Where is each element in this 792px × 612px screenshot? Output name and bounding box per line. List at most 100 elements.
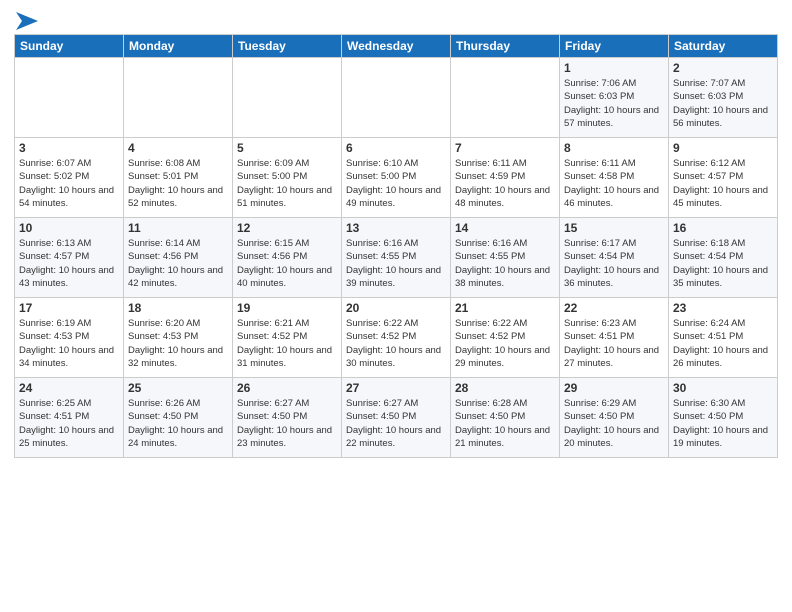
day-number: 12 [237, 221, 337, 235]
day-number: 17 [19, 301, 119, 315]
day-number: 19 [237, 301, 337, 315]
calendar-cell: 20 Sunrise: 6:22 AM Sunset: 4:52 PM Dayli… [342, 298, 451, 378]
day-info: Sunrise: 6:26 AM Sunset: 4:50 PM Dayligh… [128, 397, 228, 450]
calendar-cell: 14 Sunrise: 6:16 AM Sunset: 4:55 PM Dayli… [451, 218, 560, 298]
calendar-cell: 23Sunrise: 6:24 AM Sunset: 4:51 PM Dayli… [669, 298, 778, 378]
day-info: Sunrise: 6:28 AM Sunset: 4:50 PM Dayligh… [455, 397, 555, 450]
header [14, 10, 778, 28]
day-number: 9 [673, 141, 773, 155]
calendar-header-wednesday: Wednesday [342, 35, 451, 58]
calendar-cell: 25 Sunrise: 6:26 AM Sunset: 4:50 PM Dayli… [124, 378, 233, 458]
day-info: Sunrise: 6:27 AM Sunset: 4:50 PM Dayligh… [346, 397, 446, 450]
day-number: 25 [128, 381, 228, 395]
day-info: Sunrise: 6:07 AM Sunset: 5:02 PM Dayligh… [19, 157, 119, 210]
calendar-cell: 6Sunrise: 6:10 AM Sunset: 5:00 PM Daylig… [342, 138, 451, 218]
calendar-cell: 27 Sunrise: 6:27 AM Sunset: 4:50 PM Dayli… [342, 378, 451, 458]
day-info: Sunrise: 6:25 AM Sunset: 4:51 PM Dayligh… [19, 397, 119, 450]
day-number: 15 [564, 221, 664, 235]
calendar-cell: 29Sunrise: 6:29 AM Sunset: 4:50 PM Dayli… [560, 378, 669, 458]
day-info: Sunrise: 6:17 AM Sunset: 4:54 PM Dayligh… [564, 237, 664, 290]
calendar-cell: 22 Sunrise: 6:23 AM Sunset: 4:51 PM Dayli… [560, 298, 669, 378]
day-info: Sunrise: 6:08 AM Sunset: 5:01 PM Dayligh… [128, 157, 228, 210]
day-info: Sunrise: 6:15 AM Sunset: 4:56 PM Dayligh… [237, 237, 337, 290]
calendar-cell: 7 Sunrise: 6:11 AM Sunset: 4:59 PM Daylig… [451, 138, 560, 218]
day-info: Sunrise: 6:19 AM Sunset: 4:53 PM Dayligh… [19, 317, 119, 370]
calendar-cell: 9 Sunrise: 6:12 AM Sunset: 4:57 PM Daylig… [669, 138, 778, 218]
day-number: 28 [455, 381, 555, 395]
day-number: 3 [19, 141, 119, 155]
day-info: Sunrise: 6:16 AM Sunset: 4:55 PM Dayligh… [346, 237, 446, 290]
day-info: Sunrise: 7:06 AM Sunset: 6:03 PM Dayligh… [564, 77, 664, 130]
day-number: 14 [455, 221, 555, 235]
calendar-cell: 26 Sunrise: 6:27 AM Sunset: 4:50 PM Dayli… [233, 378, 342, 458]
day-number: 5 [237, 141, 337, 155]
calendar-cell: 15 Sunrise: 6:17 AM Sunset: 4:54 PM Dayli… [560, 218, 669, 298]
day-number: 13 [346, 221, 446, 235]
calendar-cell [15, 58, 124, 138]
calendar-cell: 30Sunrise: 6:30 AM Sunset: 4:50 PM Dayli… [669, 378, 778, 458]
calendar-cell: 3 Sunrise: 6:07 AM Sunset: 5:02 PM Daylig… [15, 138, 124, 218]
calendar-week-row: 3 Sunrise: 6:07 AM Sunset: 5:02 PM Daylig… [15, 138, 778, 218]
logo [14, 14, 38, 28]
calendar-cell: 28 Sunrise: 6:28 AM Sunset: 4:50 PM Dayli… [451, 378, 560, 458]
day-info: Sunrise: 6:10 AM Sunset: 5:00 PM Dayligh… [346, 157, 446, 210]
calendar-cell [342, 58, 451, 138]
calendar-cell [451, 58, 560, 138]
day-number: 22 [564, 301, 664, 315]
calendar-cell: 4 Sunrise: 6:08 AM Sunset: 5:01 PM Daylig… [124, 138, 233, 218]
calendar-cell: 24 Sunrise: 6:25 AM Sunset: 4:51 PM Dayli… [15, 378, 124, 458]
day-number: 2 [673, 61, 773, 75]
day-number: 26 [237, 381, 337, 395]
day-number: 8 [564, 141, 664, 155]
calendar-week-row: 24 Sunrise: 6:25 AM Sunset: 4:51 PM Dayli… [15, 378, 778, 458]
day-info: Sunrise: 6:09 AM Sunset: 5:00 PM Dayligh… [237, 157, 337, 210]
day-info: Sunrise: 6:22 AM Sunset: 4:52 PM Dayligh… [346, 317, 446, 370]
day-number: 11 [128, 221, 228, 235]
day-number: 27 [346, 381, 446, 395]
calendar-cell: 16 Sunrise: 6:18 AM Sunset: 4:54 PM Dayli… [669, 218, 778, 298]
day-info: Sunrise: 6:11 AM Sunset: 4:59 PM Dayligh… [455, 157, 555, 210]
calendar-cell: 19 Sunrise: 6:21 AM Sunset: 4:52 PM Dayli… [233, 298, 342, 378]
day-info: Sunrise: 6:16 AM Sunset: 4:55 PM Dayligh… [455, 237, 555, 290]
day-number: 16 [673, 221, 773, 235]
calendar-cell: 1 Sunrise: 7:06 AM Sunset: 6:03 PM Daylig… [560, 58, 669, 138]
day-info: Sunrise: 6:11 AM Sunset: 4:58 PM Dayligh… [564, 157, 664, 210]
day-info: Sunrise: 6:21 AM Sunset: 4:52 PM Dayligh… [237, 317, 337, 370]
calendar-cell: 12 Sunrise: 6:15 AM Sunset: 4:56 PM Dayli… [233, 218, 342, 298]
calendar-header-saturday: Saturday [669, 35, 778, 58]
calendar-cell: 13 Sunrise: 6:16 AM Sunset: 4:55 PM Dayli… [342, 218, 451, 298]
calendar-header-monday: Monday [124, 35, 233, 58]
day-info: Sunrise: 6:20 AM Sunset: 4:53 PM Dayligh… [128, 317, 228, 370]
calendar-week-row: 1 Sunrise: 7:06 AM Sunset: 6:03 PM Daylig… [15, 58, 778, 138]
calendar-header-row: SundayMondayTuesdayWednesdayThursdayFrid… [15, 35, 778, 58]
day-number: 7 [455, 141, 555, 155]
calendar-cell [233, 58, 342, 138]
day-info: Sunrise: 6:13 AM Sunset: 4:57 PM Dayligh… [19, 237, 119, 290]
logo-arrow-icon [16, 12, 38, 30]
page: SundayMondayTuesdayWednesdayThursdayFrid… [0, 0, 792, 466]
calendar-table: SundayMondayTuesdayWednesdayThursdayFrid… [14, 34, 778, 458]
calendar-cell: 11Sunrise: 6:14 AM Sunset: 4:56 PM Dayli… [124, 218, 233, 298]
calendar-cell: 18Sunrise: 6:20 AM Sunset: 4:53 PM Dayli… [124, 298, 233, 378]
day-number: 1 [564, 61, 664, 75]
calendar-cell: 21Sunrise: 6:22 AM Sunset: 4:52 PM Dayli… [451, 298, 560, 378]
day-info: Sunrise: 6:22 AM Sunset: 4:52 PM Dayligh… [455, 317, 555, 370]
day-number: 4 [128, 141, 228, 155]
calendar-cell: 8 Sunrise: 6:11 AM Sunset: 4:58 PM Daylig… [560, 138, 669, 218]
calendar-cell: 10 Sunrise: 6:13 AM Sunset: 4:57 PM Dayli… [15, 218, 124, 298]
calendar-header-friday: Friday [560, 35, 669, 58]
calendar-header-tuesday: Tuesday [233, 35, 342, 58]
calendar-cell: 2 Sunrise: 7:07 AM Sunset: 6:03 PM Daylig… [669, 58, 778, 138]
day-info: Sunrise: 7:07 AM Sunset: 6:03 PM Dayligh… [673, 77, 773, 130]
day-info: Sunrise: 6:18 AM Sunset: 4:54 PM Dayligh… [673, 237, 773, 290]
day-info: Sunrise: 6:23 AM Sunset: 4:51 PM Dayligh… [564, 317, 664, 370]
day-number: 20 [346, 301, 446, 315]
day-number: 29 [564, 381, 664, 395]
day-number: 24 [19, 381, 119, 395]
calendar-week-row: 10 Sunrise: 6:13 AM Sunset: 4:57 PM Dayli… [15, 218, 778, 298]
day-info: Sunrise: 6:30 AM Sunset: 4:50 PM Dayligh… [673, 397, 773, 450]
day-info: Sunrise: 6:27 AM Sunset: 4:50 PM Dayligh… [237, 397, 337, 450]
calendar-cell: 17 Sunrise: 6:19 AM Sunset: 4:53 PM Dayli… [15, 298, 124, 378]
day-number: 10 [19, 221, 119, 235]
day-info: Sunrise: 6:12 AM Sunset: 4:57 PM Dayligh… [673, 157, 773, 210]
